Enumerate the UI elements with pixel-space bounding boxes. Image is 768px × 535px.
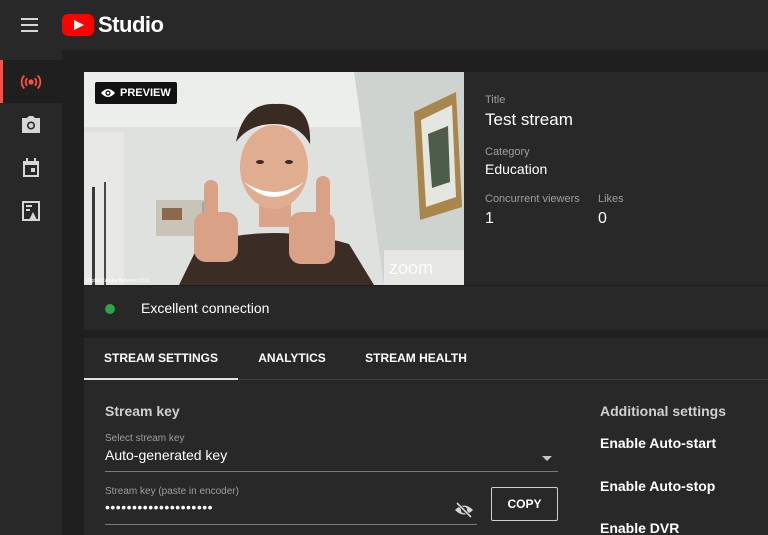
stream-key-select[interactable]: Auto-generated key <box>105 447 558 472</box>
tab-stream-health[interactable]: STREAM HEALTH <box>356 338 476 380</box>
rail-item-webcam[interactable] <box>0 103 62 146</box>
enable-dvr[interactable]: Enable DVR <box>600 520 679 535</box>
likes-label: Likes <box>598 193 624 205</box>
tab-analytics[interactable]: ANALYTICS <box>248 338 336 380</box>
stream-key-field-label: Stream key (paste in encoder) <box>105 486 239 497</box>
eye-icon <box>101 89 115 97</box>
connection-status-dot <box>105 304 115 314</box>
dropdown-caret-icon <box>542 456 552 461</box>
rail-item-stream[interactable] <box>0 60 62 103</box>
calendar-icon <box>23 157 39 177</box>
visibility-off-icon[interactable] <box>454 502 474 518</box>
rail-item-content[interactable] <box>0 189 62 232</box>
preview-badge-label: PREVIEW <box>120 87 171 99</box>
studio-logo[interactable]: Studio <box>62 12 164 38</box>
rail-item-manage[interactable] <box>0 146 62 189</box>
logo-text: Studio <box>98 12 164 37</box>
stream-key-heading: Stream key <box>105 403 180 419</box>
left-rail <box>0 50 62 535</box>
title-label: Title <box>485 94 506 106</box>
connection-status-bar: Excellent connection <box>84 285 768 330</box>
likes-count: 0 <box>598 210 607 227</box>
zoom-watermark: zoom <box>389 258 433 278</box>
video-caption: Digital Culture Network DCN <box>86 278 150 284</box>
content-icon <box>22 200 40 221</box>
viewers-label: Concurrent viewers <box>485 193 580 205</box>
youtube-play-icon <box>62 14 94 36</box>
stream-tabs: STREAM SETTINGS ANALYTICS STREAM HEALTH <box>84 338 768 380</box>
select-stream-key-label: Select stream key <box>105 433 185 444</box>
enable-auto-stop[interactable]: Enable Auto-stop <box>600 478 715 494</box>
tab-stream-settings[interactable]: STREAM SETTINGS <box>84 338 238 380</box>
stream-key-select-value: Auto-generated key <box>105 447 228 463</box>
additional-settings-heading: Additional settings <box>600 403 726 419</box>
menu-icon[interactable] <box>18 15 42 35</box>
stream-category: Education <box>485 161 548 177</box>
live-broadcast-icon <box>20 74 42 89</box>
top-bar: Studio <box>0 0 768 50</box>
category-label: Category <box>485 146 530 158</box>
stream-key-input[interactable]: •••••••••••••••••••• <box>105 499 477 525</box>
copy-stream-key-button[interactable]: COPY <box>491 487 558 521</box>
camera-icon <box>22 115 40 133</box>
viewers-count: 1 <box>485 210 494 227</box>
stream-key-masked-value: •••••••••••••••••••• <box>105 499 214 515</box>
stream-title: Test stream <box>485 110 573 129</box>
connection-status-text: Excellent connection <box>141 300 270 316</box>
enable-auto-start[interactable]: Enable Auto-start <box>600 435 716 451</box>
preview-badge: PREVIEW <box>95 82 177 104</box>
